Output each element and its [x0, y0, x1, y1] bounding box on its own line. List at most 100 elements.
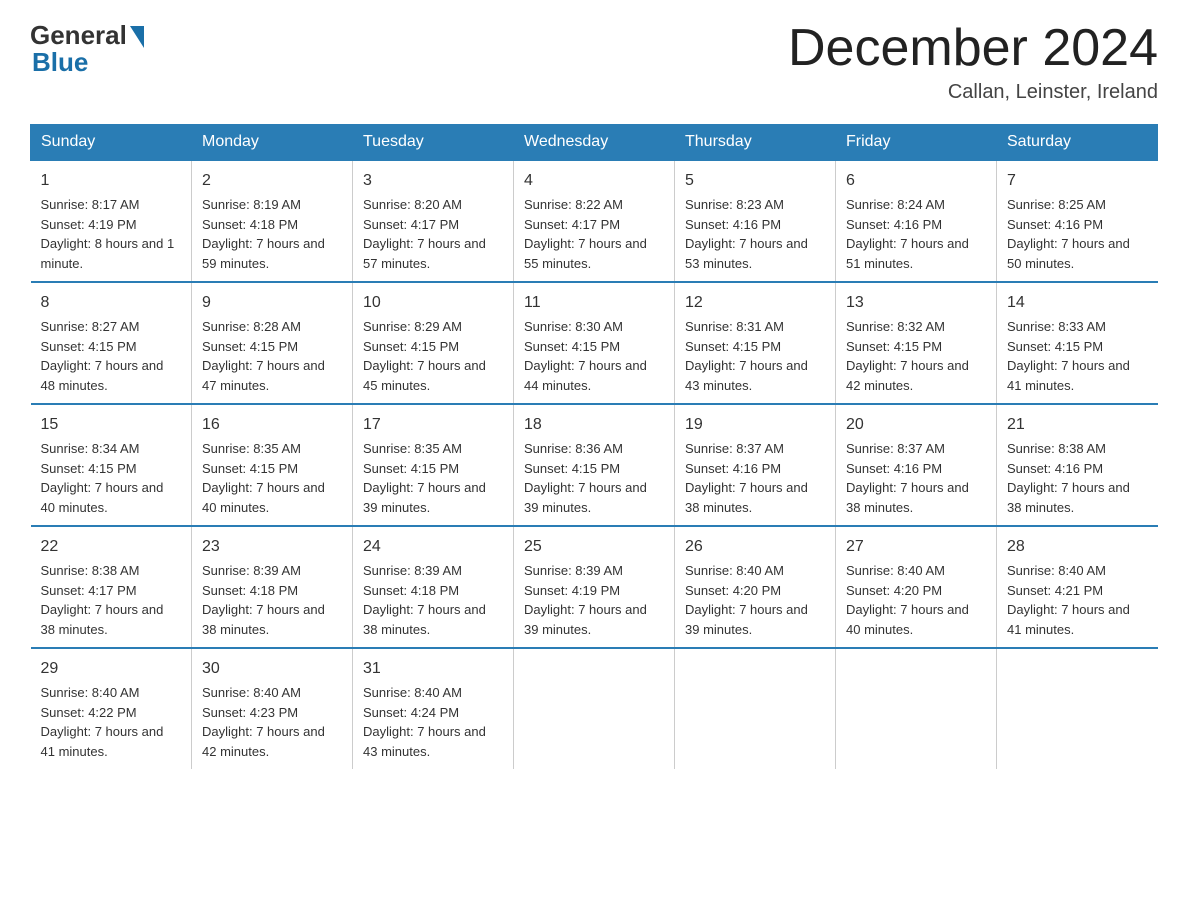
day-daylight: Daylight: 7 hours and 39 minutes.	[524, 602, 647, 637]
day-sunset: Sunset: 4:16 PM	[1007, 217, 1103, 232]
day-number: 1	[41, 169, 182, 193]
day-daylight: Daylight: 7 hours and 38 minutes.	[1007, 480, 1130, 515]
calendar-cell: 20 Sunrise: 8:37 AM Sunset: 4:16 PM Dayl…	[836, 404, 997, 526]
calendar-cell: 25 Sunrise: 8:39 AM Sunset: 4:19 PM Dayl…	[514, 526, 675, 648]
day-number: 28	[1007, 535, 1148, 559]
calendar-cell: 16 Sunrise: 8:35 AM Sunset: 4:15 PM Dayl…	[192, 404, 353, 526]
calendar-cell: 29 Sunrise: 8:40 AM Sunset: 4:22 PM Dayl…	[31, 648, 192, 769]
calendar-cell: 28 Sunrise: 8:40 AM Sunset: 4:21 PM Dayl…	[997, 526, 1158, 648]
calendar-cell: 6 Sunrise: 8:24 AM Sunset: 4:16 PM Dayli…	[836, 160, 997, 282]
day-sunrise: Sunrise: 8:22 AM	[524, 197, 623, 212]
calendar-table: Sunday Monday Tuesday Wednesday Thursday…	[30, 124, 1158, 769]
day-daylight: Daylight: 7 hours and 42 minutes.	[202, 724, 325, 759]
day-sunrise: Sunrise: 8:36 AM	[524, 441, 623, 456]
day-sunrise: Sunrise: 8:39 AM	[202, 563, 301, 578]
day-daylight: Daylight: 7 hours and 42 minutes.	[846, 358, 969, 393]
header-friday: Friday	[836, 125, 997, 161]
calendar-cell: 10 Sunrise: 8:29 AM Sunset: 4:15 PM Dayl…	[353, 282, 514, 404]
day-number: 27	[846, 535, 986, 559]
day-sunrise: Sunrise: 8:25 AM	[1007, 197, 1106, 212]
calendar-header: Sunday Monday Tuesday Wednesday Thursday…	[31, 125, 1158, 161]
day-sunset: Sunset: 4:20 PM	[685, 583, 781, 598]
day-number: 13	[846, 291, 986, 315]
calendar-row-4: 22 Sunrise: 8:38 AM Sunset: 4:17 PM Dayl…	[31, 526, 1158, 648]
day-sunset: Sunset: 4:17 PM	[524, 217, 620, 232]
day-number: 3	[363, 169, 503, 193]
day-sunrise: Sunrise: 8:17 AM	[41, 197, 140, 212]
day-sunrise: Sunrise: 8:38 AM	[41, 563, 140, 578]
day-daylight: Daylight: 8 hours and 1 minute.	[41, 236, 175, 271]
day-sunset: Sunset: 4:18 PM	[202, 583, 298, 598]
calendar-cell: 22 Sunrise: 8:38 AM Sunset: 4:17 PM Dayl…	[31, 526, 192, 648]
calendar-cell: 7 Sunrise: 8:25 AM Sunset: 4:16 PM Dayli…	[997, 160, 1158, 282]
day-number: 22	[41, 535, 182, 559]
day-number: 6	[846, 169, 986, 193]
day-daylight: Daylight: 7 hours and 44 minutes.	[524, 358, 647, 393]
day-sunset: Sunset: 4:15 PM	[524, 461, 620, 476]
day-sunset: Sunset: 4:15 PM	[846, 339, 942, 354]
day-daylight: Daylight: 7 hours and 41 minutes.	[1007, 602, 1130, 637]
logo-triangle-icon	[130, 26, 144, 48]
calendar-cell: 5 Sunrise: 8:23 AM Sunset: 4:16 PM Dayli…	[675, 160, 836, 282]
calendar-cell: 26 Sunrise: 8:40 AM Sunset: 4:20 PM Dayl…	[675, 526, 836, 648]
day-daylight: Daylight: 7 hours and 55 minutes.	[524, 236, 647, 271]
day-number: 8	[41, 291, 182, 315]
day-daylight: Daylight: 7 hours and 57 minutes.	[363, 236, 486, 271]
calendar-cell: 24 Sunrise: 8:39 AM Sunset: 4:18 PM Dayl…	[353, 526, 514, 648]
day-number: 31	[363, 657, 503, 681]
calendar-cell: 19 Sunrise: 8:37 AM Sunset: 4:16 PM Dayl…	[675, 404, 836, 526]
day-sunrise: Sunrise: 8:23 AM	[685, 197, 784, 212]
day-daylight: Daylight: 7 hours and 43 minutes.	[363, 724, 486, 759]
day-sunrise: Sunrise: 8:35 AM	[202, 441, 301, 456]
logo: General Blue	[30, 20, 144, 78]
calendar-cell: 23 Sunrise: 8:39 AM Sunset: 4:18 PM Dayl…	[192, 526, 353, 648]
logo-blue-text: Blue	[32, 47, 88, 78]
day-sunset: Sunset: 4:19 PM	[41, 217, 137, 232]
day-number: 21	[1007, 413, 1148, 437]
calendar-cell	[997, 648, 1158, 769]
day-sunset: Sunset: 4:16 PM	[846, 217, 942, 232]
calendar-cell: 9 Sunrise: 8:28 AM Sunset: 4:15 PM Dayli…	[192, 282, 353, 404]
header-tuesday: Tuesday	[353, 125, 514, 161]
day-sunrise: Sunrise: 8:28 AM	[202, 319, 301, 334]
day-sunset: Sunset: 4:16 PM	[846, 461, 942, 476]
calendar-cell: 21 Sunrise: 8:38 AM Sunset: 4:16 PM Dayl…	[997, 404, 1158, 526]
day-sunset: Sunset: 4:17 PM	[41, 583, 137, 598]
day-daylight: Daylight: 7 hours and 39 minutes.	[685, 602, 808, 637]
header-saturday: Saturday	[997, 125, 1158, 161]
day-daylight: Daylight: 7 hours and 41 minutes.	[1007, 358, 1130, 393]
day-daylight: Daylight: 7 hours and 40 minutes.	[202, 480, 325, 515]
day-sunrise: Sunrise: 8:40 AM	[202, 685, 301, 700]
day-sunrise: Sunrise: 8:38 AM	[1007, 441, 1106, 456]
day-sunset: Sunset: 4:18 PM	[363, 583, 459, 598]
day-daylight: Daylight: 7 hours and 41 minutes.	[41, 724, 164, 759]
day-daylight: Daylight: 7 hours and 53 minutes.	[685, 236, 808, 271]
day-sunrise: Sunrise: 8:33 AM	[1007, 319, 1106, 334]
day-sunset: Sunset: 4:16 PM	[685, 461, 781, 476]
location-text: Callan, Leinster, Ireland	[788, 81, 1158, 104]
day-sunrise: Sunrise: 8:37 AM	[846, 441, 945, 456]
day-sunrise: Sunrise: 8:40 AM	[363, 685, 462, 700]
day-sunset: Sunset: 4:16 PM	[1007, 461, 1103, 476]
day-number: 30	[202, 657, 342, 681]
day-sunrise: Sunrise: 8:20 AM	[363, 197, 462, 212]
calendar-cell: 14 Sunrise: 8:33 AM Sunset: 4:15 PM Dayl…	[997, 282, 1158, 404]
calendar-row-5: 29 Sunrise: 8:40 AM Sunset: 4:22 PM Dayl…	[31, 648, 1158, 769]
day-sunset: Sunset: 4:22 PM	[41, 705, 137, 720]
day-number: 29	[41, 657, 182, 681]
day-number: 12	[685, 291, 825, 315]
day-sunrise: Sunrise: 8:31 AM	[685, 319, 784, 334]
day-number: 11	[524, 291, 664, 315]
day-sunrise: Sunrise: 8:40 AM	[41, 685, 140, 700]
day-sunset: Sunset: 4:15 PM	[363, 339, 459, 354]
day-sunrise: Sunrise: 8:40 AM	[685, 563, 784, 578]
day-daylight: Daylight: 7 hours and 59 minutes.	[202, 236, 325, 271]
calendar-cell	[514, 648, 675, 769]
day-number: 9	[202, 291, 342, 315]
calendar-cell	[836, 648, 997, 769]
day-sunrise: Sunrise: 8:19 AM	[202, 197, 301, 212]
day-number: 17	[363, 413, 503, 437]
day-sunset: Sunset: 4:18 PM	[202, 217, 298, 232]
day-number: 5	[685, 169, 825, 193]
day-daylight: Daylight: 7 hours and 38 minutes.	[846, 480, 969, 515]
